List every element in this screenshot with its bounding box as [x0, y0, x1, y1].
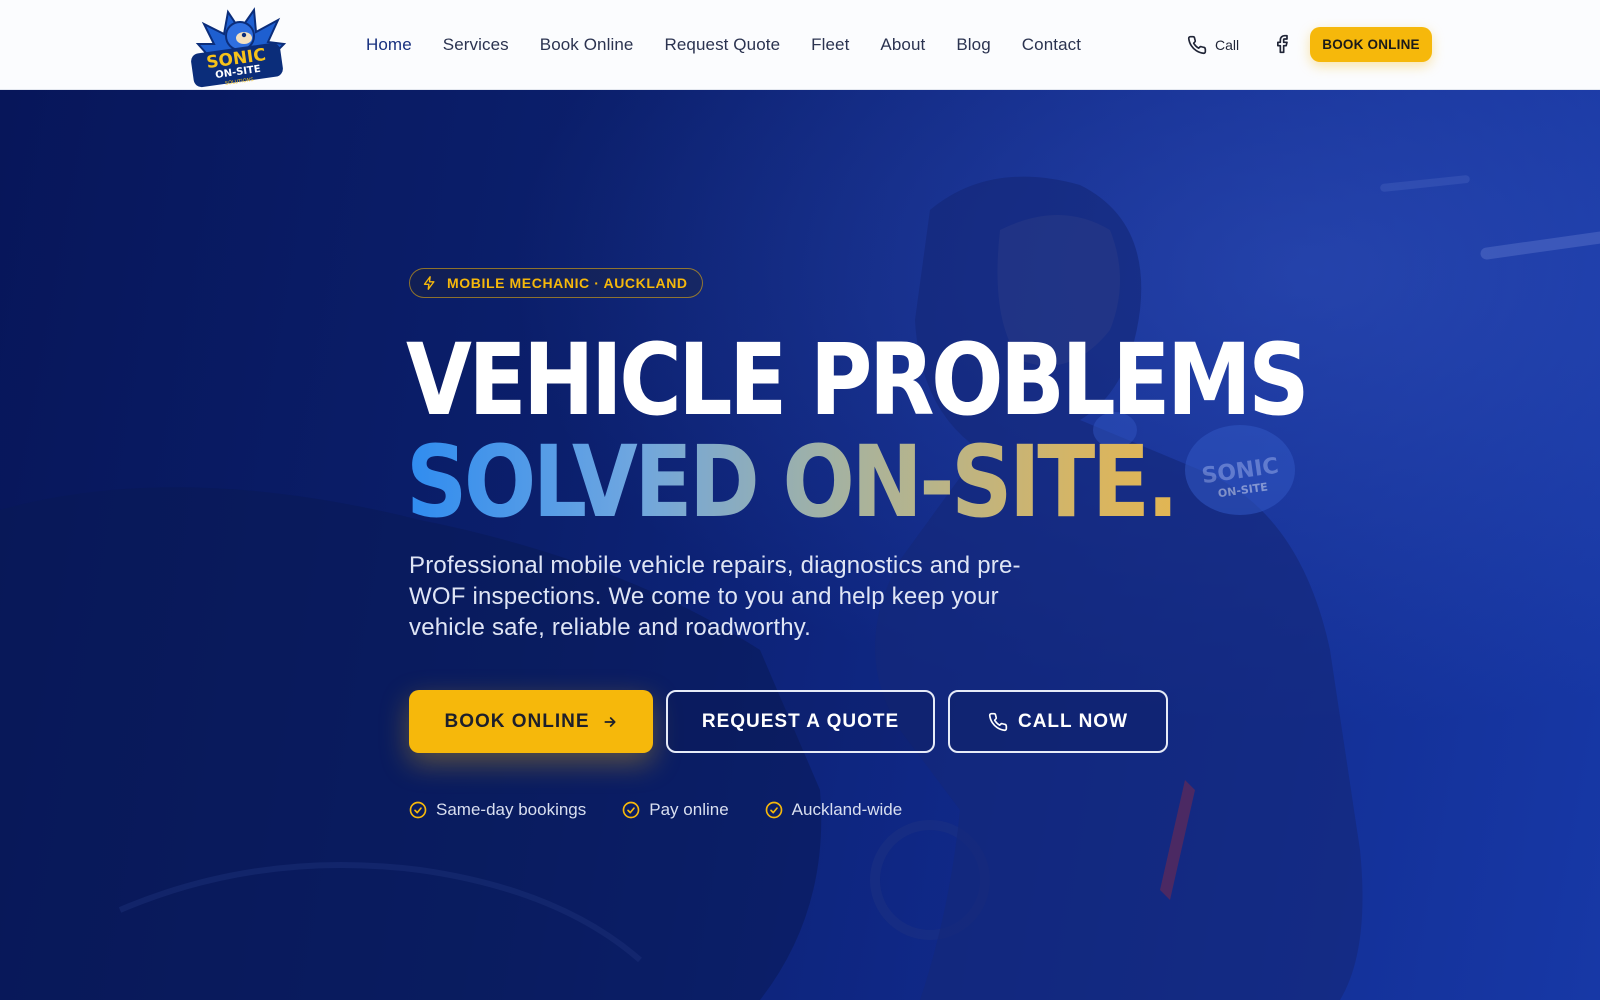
call-label: Call — [1215, 37, 1240, 53]
headline-line-2: SOLVED ON-SITE. — [406, 432, 1306, 534]
header-call-link[interactable]: Call — [1187, 33, 1239, 57]
feature-label: Pay online — [649, 800, 729, 819]
call-now-label: CALL NOW — [1017, 710, 1129, 732]
main-nav: Home Services Book Online Request Quote … — [366, 0, 1112, 90]
arrow-right-icon — [603, 716, 616, 727]
feature-item: Same-day bookings — [409, 800, 586, 820]
book-online-label: BOOK ONLINE — [444, 710, 590, 732]
nav-fleet[interactable]: Fleet — [811, 35, 849, 55]
feature-list: Same-day bookings Pay online Auckland-wi… — [409, 800, 938, 820]
nav-home[interactable]: Home — [366, 35, 412, 55]
hero-background-image: SONIC ON-SITE — [0, 90, 1600, 1000]
nav-about[interactable]: About — [880, 35, 925, 55]
check-circle-icon — [622, 801, 640, 819]
nav-request-quote[interactable]: Request Quote — [664, 35, 780, 55]
sonic-logo[interactable]: SONIC ON-SITE SOLUTIONS — [184, 4, 290, 88]
nav-services[interactable]: Services — [443, 35, 509, 55]
hero-headline: VEHICLE PROBLEMS SOLVED ON-SITE. — [406, 323, 1310, 534]
request-quote-label: REQUEST A QUOTE — [701, 710, 900, 732]
phone-icon — [1187, 35, 1207, 55]
call-now-button[interactable]: CALL NOW — [948, 690, 1168, 753]
nav-book-online[interactable]: Book Online — [540, 35, 634, 55]
header-book-online-button[interactable]: BOOK ONLINE — [1310, 27, 1432, 62]
location-badge: MOBILE MECHANIC · AUCKLAND — [409, 268, 703, 298]
hero-section: SONIC ON-SITE MOBILE MECHANIC · AUCKLAND… — [0, 90, 1600, 1000]
lightning-icon — [423, 276, 435, 290]
feature-label: Same-day bookings — [436, 800, 587, 819]
hero-subtitle: Professional mobile vehicle repairs, dia… — [409, 552, 1021, 641]
nav-contact[interactable]: Contact — [1022, 35, 1081, 55]
feature-item: Pay online — [622, 800, 729, 820]
headline-line-1: VEHICLE PROBLEMS — [406, 323, 1310, 438]
book-online-button[interactable]: BOOK ONLINE — [409, 690, 653, 753]
nav-blog[interactable]: Blog — [956, 35, 990, 55]
feature-item: Auckland-wide — [765, 800, 903, 820]
check-circle-icon — [765, 801, 782, 819]
phone-icon — [988, 712, 1008, 731]
feature-label: Auckland-wide — [791, 800, 903, 819]
site-header: SONIC ON-SITE SOLUTIONS Home Services Bo… — [0, 0, 1600, 90]
badge-label: MOBILE MECHANIC · AUCKLAND — [447, 275, 688, 291]
facebook-icon[interactable] — [1272, 34, 1292, 54]
request-quote-button[interactable]: REQUEST A QUOTE — [666, 690, 935, 753]
check-circle-icon — [409, 801, 427, 819]
